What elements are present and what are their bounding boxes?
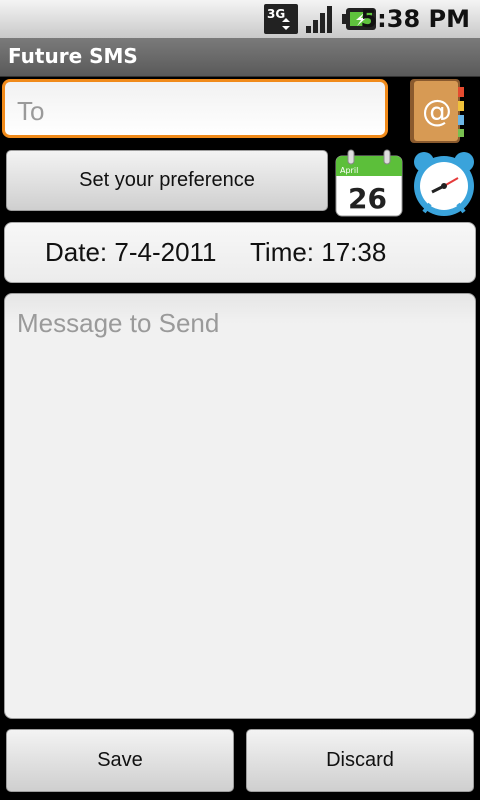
- schedule-panel: Date: 7-4-2011 Time: 17:38: [4, 222, 476, 283]
- svg-text:3G: 3G: [267, 7, 285, 21]
- to-input[interactable]: To: [2, 79, 388, 138]
- status-time: 5:38 PM: [360, 5, 470, 33]
- message-input[interactable]: Message to Send: [4, 293, 476, 719]
- to-placeholder: To: [17, 96, 45, 126]
- message-placeholder: Message to Send: [17, 308, 220, 338]
- set-preference-button[interactable]: Set your preference: [6, 150, 328, 211]
- signal-icon: [306, 6, 332, 33]
- calendar-day: 26: [348, 182, 387, 215]
- contacts-book-icon[interactable]: @: [404, 77, 468, 145]
- save-button[interactable]: Save: [6, 729, 234, 792]
- title-bar: Future SMS: [0, 38, 480, 77]
- calendar-icon[interactable]: April 26: [334, 148, 404, 218]
- scheduled-time: Time: 17:38: [250, 237, 387, 267]
- scheduled-date: Date: 7-4-2011: [45, 237, 217, 267]
- status-bar: 3G 5:38 PM: [0, 0, 480, 38]
- calendar-month: April: [340, 166, 358, 175]
- discard-button[interactable]: Discard: [246, 729, 474, 792]
- alarm-clock-icon[interactable]: [408, 148, 480, 220]
- app-title: Future SMS: [8, 44, 138, 68]
- svg-text:@: @: [422, 94, 452, 129]
- 3g-icon: 3G: [264, 4, 298, 34]
